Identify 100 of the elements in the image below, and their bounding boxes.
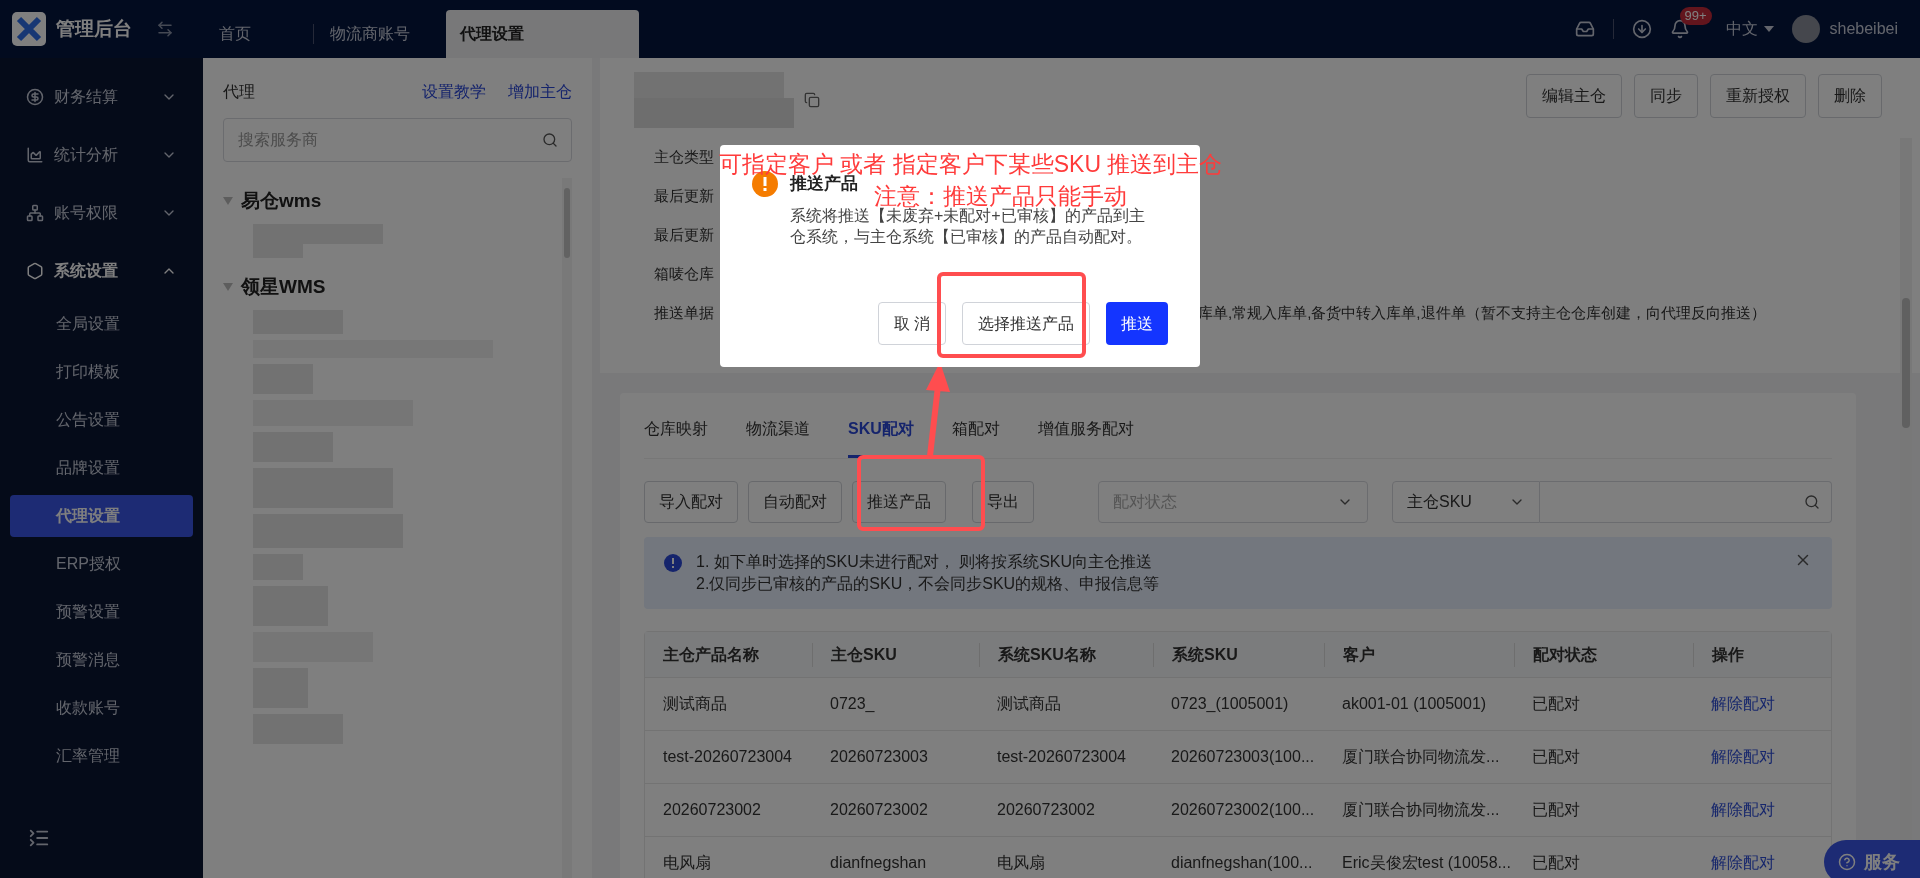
panel-link[interactable]: 增加主仓 [508, 80, 572, 104]
notification-badge: 99+ [1679, 7, 1712, 25]
sidebar-submenu-item[interactable]: 打印模板 [10, 351, 193, 393]
sidebar-submenu-item[interactable]: 收款账号 [10, 687, 193, 729]
dollar-icon [26, 88, 44, 106]
column-header: 主仓产品名称 [662, 644, 760, 665]
header-button[interactable]: 重新授权 [1710, 74, 1806, 118]
language-select[interactable]: 中文 [1725, 17, 1774, 41]
help-icon [1838, 853, 1856, 871]
sidebar-submenu-item[interactable]: 预警设置 [10, 591, 193, 633]
column-header: 系统SKU [1153, 642, 1324, 667]
table-cell-text: test-20260723004 [662, 747, 793, 767]
sidebar-menu-item[interactable]: 系统设置 [0, 242, 203, 300]
table-cell-text: 0723_(1005001) [1170, 694, 1290, 714]
column-header: 配对状态 [1514, 642, 1693, 667]
collapse-menu-icon[interactable] [28, 827, 50, 849]
scrollbar[interactable] [562, 178, 572, 878]
tab[interactable]: SKU配对 [848, 403, 914, 458]
field-label: 最后更新 [654, 225, 714, 246]
dialog-button[interactable]: 选择推送产品 [962, 302, 1090, 345]
tab[interactable]: 箱配对 [951, 403, 1000, 458]
table-cell-text: 20260723003(100... [1170, 747, 1316, 767]
table-cell-text: 已配对 [1531, 853, 1581, 873]
sidebar-submenu-item[interactable]: ERP授权 [10, 543, 193, 585]
sidebar-menu-item[interactable]: 统计分析 [0, 126, 203, 184]
field-label: 主仓类型 [654, 147, 714, 168]
tree-group[interactable]: 易仓wms [223, 178, 562, 224]
copy-icon[interactable] [804, 92, 820, 108]
panel-title: 代理 [223, 82, 255, 102]
column-header: 系统SKU名称 [979, 642, 1153, 667]
table-cell-text: dianfnegshan(100... [1170, 853, 1314, 873]
search-type-select[interactable]: 主仓SKU [1392, 481, 1540, 523]
alert-text: 1. 如下单时选择的SKU未进行配对， 则将按系统SKU向主仓推送 [696, 552, 1154, 572]
field-label: 推送单据 [654, 303, 714, 324]
caret-icon [223, 283, 233, 291]
chart-icon [26, 146, 44, 164]
field-value: 库单,常规入库单,备货中转入库单,退件单（暂不支持主仓仓库创建，向代理反向推送） [1198, 303, 1766, 324]
column-header: 主仓SKU [812, 642, 979, 667]
tree-group[interactable]: 领星WMS [223, 264, 562, 310]
sidebar-submenu-item[interactable]: 全局设置 [10, 303, 193, 345]
search-icon[interactable] [542, 132, 558, 148]
header-button[interactable]: 同步 [1634, 74, 1698, 118]
sidebar-menu-item[interactable]: 财务结算 [0, 68, 203, 126]
dialog-message: 系统将推送【未废弃+未配对+已审核】的产品到主仓系统，与主仓系统【已审核】的产品自动配对。 [790, 207, 1146, 247]
table-cell-text: 电风扇 [996, 853, 1046, 873]
table-cell-text: 已配对 [1531, 694, 1581, 714]
field-label: 箱唛仓库 [654, 264, 714, 285]
page-tab[interactable]: 物流商账号 [314, 10, 426, 58]
table-cell-text: ak001-01 (1005001) [1341, 694, 1488, 714]
info-icon [664, 554, 682, 572]
page-tab[interactable]: 代理设置 [446, 10, 639, 58]
switch-icon[interactable] [156, 20, 174, 38]
table-cell-text: 20260723002 [996, 800, 1096, 820]
toolbar-button[interactable]: 导出 [972, 481, 1034, 523]
notification-icon[interactable] [1669, 19, 1690, 39]
service-button[interactable]: 服务 [1824, 840, 1920, 878]
table-cell-text: 电风扇 [662, 853, 712, 873]
table-cell-text: 测试商品 [996, 694, 1062, 714]
hexagon-icon [26, 262, 44, 280]
toolbar-button[interactable]: 推送产品 [852, 481, 946, 523]
search-icon[interactable] [1804, 494, 1820, 510]
toolbar-button[interactable]: 导入配对 [644, 481, 738, 523]
tab[interactable]: 仓库映射 [644, 403, 708, 458]
unpair-link[interactable]: 解除配对 [1711, 748, 1775, 765]
table-cell-text: 厦门联合协同物流发... [1341, 800, 1501, 820]
header-button[interactable]: 编辑主仓 [1526, 74, 1622, 118]
tab[interactable]: 增值服务配对 [1037, 403, 1134, 458]
unpair-link[interactable]: 解除配对 [1711, 695, 1775, 712]
sku-search-field[interactable] [1540, 481, 1832, 523]
table-cell-text: 20260723002 [829, 800, 929, 820]
alert-text: 2.仅同步已审核的产品的SKU，不会同步SKU的规格、申报信息等 [696, 574, 1160, 594]
avatar[interactable] [1791, 15, 1820, 43]
download-icon[interactable] [1631, 19, 1652, 39]
toolbar-button[interactable]: 自动配对 [748, 481, 842, 523]
org-chart-icon [26, 204, 44, 222]
table-cell-text: 测试商品 [662, 694, 728, 714]
tab[interactable]: 物流渠道 [746, 403, 810, 458]
app-title: 管理后台 [56, 16, 132, 41]
page-tab[interactable]: 首页 [203, 10, 313, 58]
panel-link[interactable]: 设置教学 [422, 80, 486, 104]
table-cell-text: 0723_ [829, 694, 876, 714]
unpair-link[interactable]: 解除配对 [1711, 854, 1775, 871]
sidebar-submenu-item[interactable]: 预警消息 [10, 639, 193, 681]
column-header: 客户 [1324, 642, 1514, 667]
sidebar-submenu-item[interactable]: 代理设置 [10, 495, 193, 537]
table-cell-text: 厦门联合协同物流发... [1341, 747, 1501, 767]
header-button[interactable]: 删除 [1818, 74, 1882, 118]
sidebar-submenu-item[interactable]: 公告设置 [10, 399, 193, 441]
caret-icon [223, 197, 233, 205]
sidebar-submenu-item[interactable]: 品牌设置 [10, 447, 193, 489]
inbox-icon[interactable] [1574, 19, 1595, 39]
sidebar-submenu-item[interactable]: 汇率管理 [10, 735, 193, 777]
table-cell-text: 已配对 [1531, 747, 1581, 767]
caret-icon [1763, 26, 1774, 32]
table-cell-text: Eric吴俊宏test (10058... [1341, 853, 1512, 873]
dialog-title: 推送产品 [790, 174, 858, 196]
unpair-link[interactable]: 解除配对 [1711, 801, 1775, 818]
sidebar-menu-item[interactable]: 账号权限 [0, 184, 203, 242]
dialog-button[interactable]: 推送 [1106, 302, 1168, 345]
table-cell-text: 20260723002(100... [1170, 800, 1316, 820]
